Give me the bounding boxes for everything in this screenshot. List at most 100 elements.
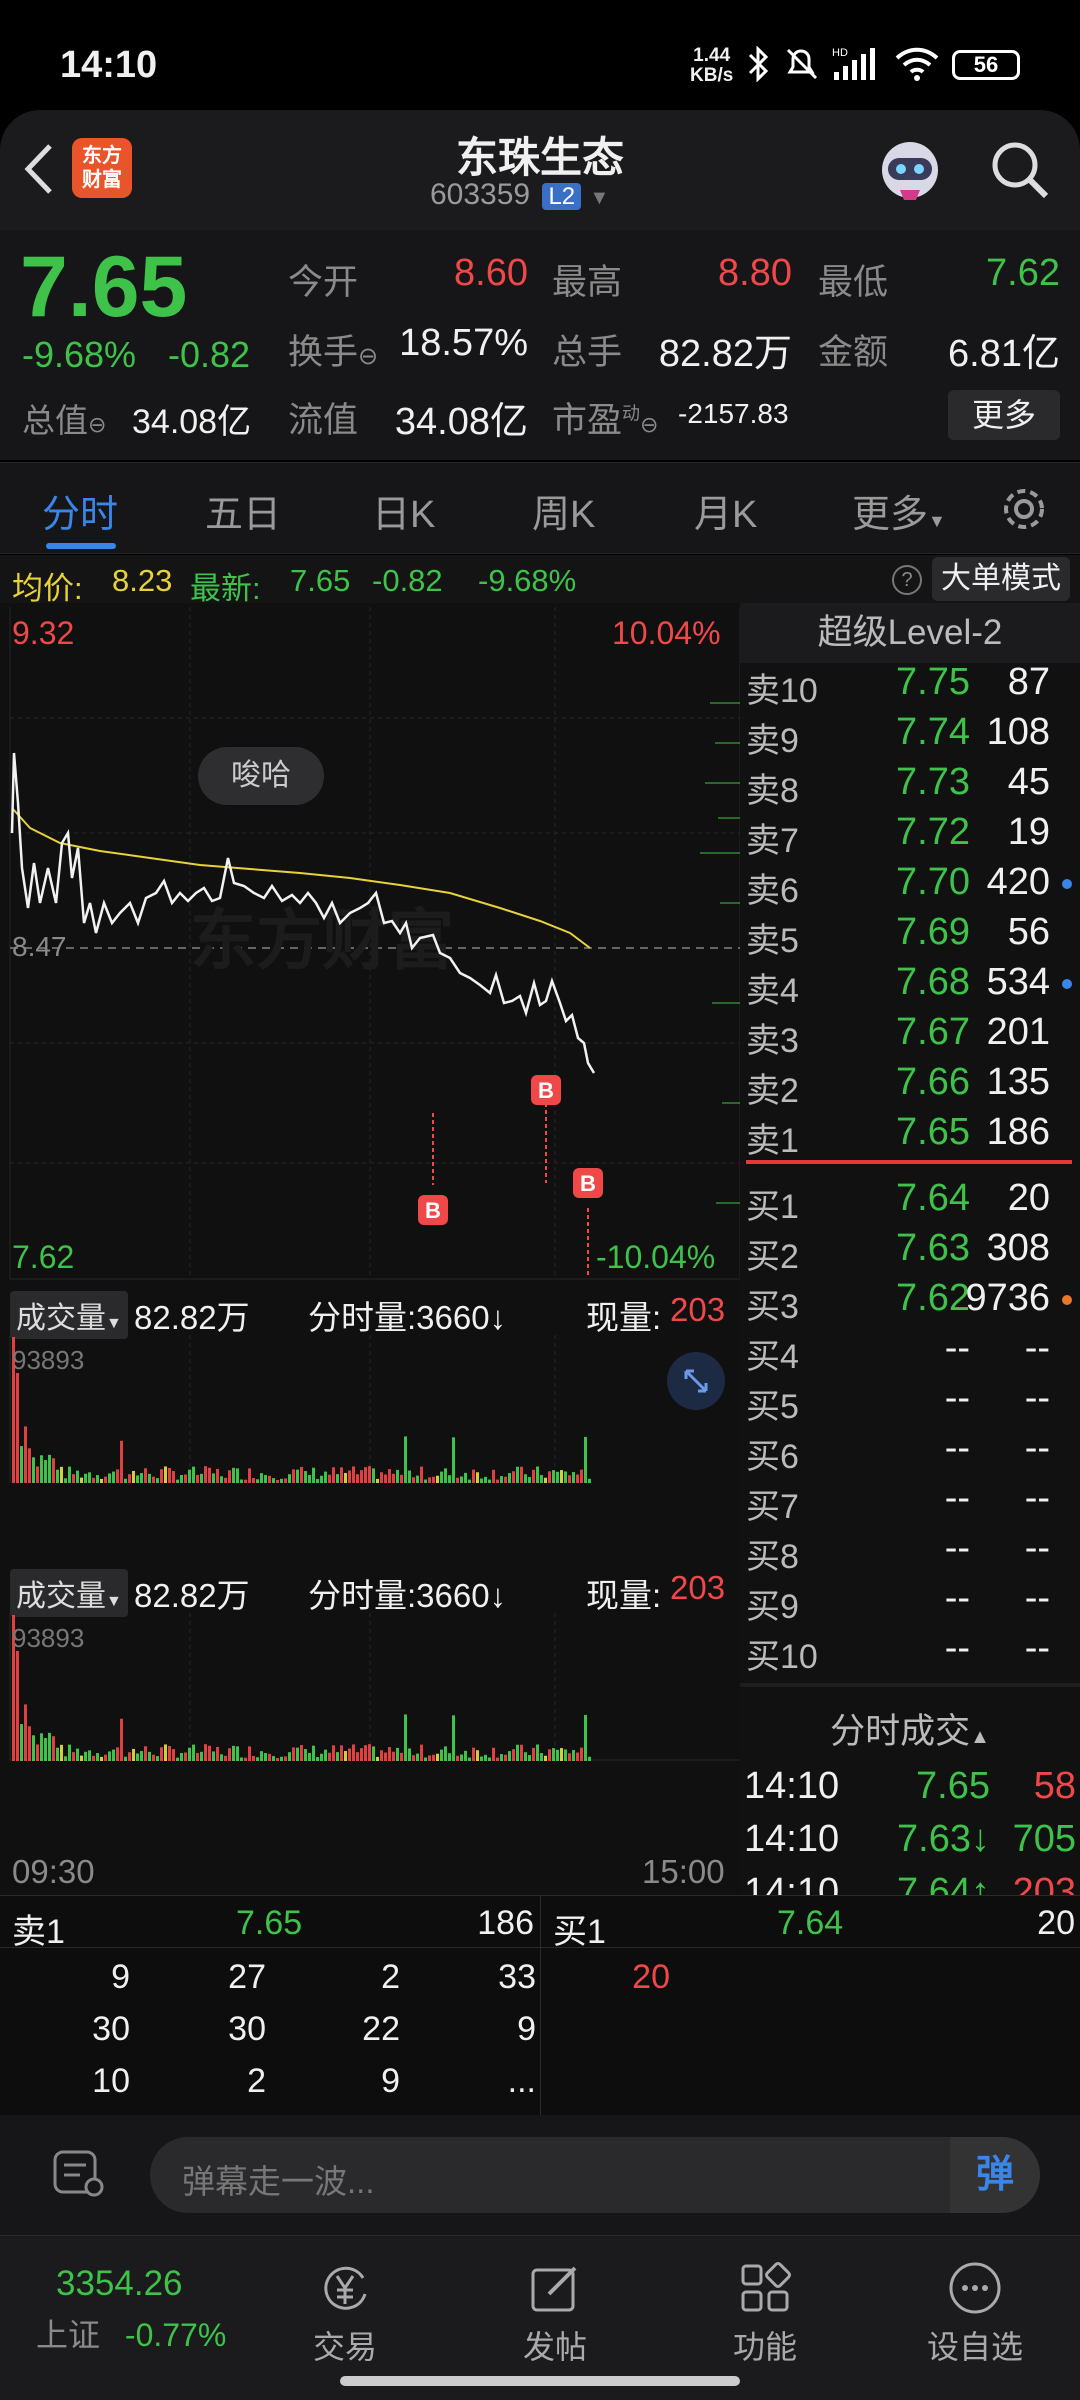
volume-bar xyxy=(428,1477,431,1483)
volume-bar xyxy=(440,1749,443,1761)
volume-bar xyxy=(196,1474,199,1483)
volume-bar xyxy=(556,1749,559,1761)
volume-indicator-selector[interactable]: 成交量▼ xyxy=(10,1291,128,1339)
volume-bar xyxy=(60,1466,63,1483)
volume-bar xyxy=(380,1750,383,1761)
volume-bar xyxy=(300,1744,303,1761)
back-arrow-icon[interactable] xyxy=(22,142,56,196)
volume-bar xyxy=(164,1466,167,1483)
volume-bar xyxy=(408,1470,411,1483)
large-order-dot xyxy=(1062,979,1072,989)
avg-label: 均价: xyxy=(12,571,83,606)
volume-bars xyxy=(12,1337,591,1483)
volume-chart[interactable] xyxy=(0,1335,740,1483)
more-button[interactable]: 更多 xyxy=(948,390,1060,440)
volume-bar xyxy=(252,1477,255,1483)
volume-max-label: 93893 xyxy=(12,1345,85,1375)
big-order-mode-button[interactable]: 大单模式 xyxy=(932,557,1070,601)
bid-row[interactable]: 买10 -- -- xyxy=(740,1625,1080,1676)
help-icon[interactable]: ? xyxy=(892,565,922,595)
volume-bar xyxy=(572,1472,575,1483)
stock-code-row[interactable]: 603359 L2 ▼ xyxy=(430,178,680,212)
sell-order-qty: 9 xyxy=(111,1958,130,1996)
tab-more[interactable]: 更多▼ xyxy=(852,483,946,538)
trade-yuan-icon xyxy=(324,2266,367,2310)
volume-bar xyxy=(256,1757,259,1761)
volume-bar xyxy=(208,1467,211,1483)
volume-bar xyxy=(240,1479,243,1483)
nav-functions[interactable]: 功能 xyxy=(690,2246,840,2368)
robot-assistant-icon[interactable] xyxy=(870,130,950,210)
open-label: 今开 xyxy=(288,263,359,302)
sell-queue-header: 卖1 7.65 186 xyxy=(0,1896,540,1951)
ask-row[interactable]: 卖8 7.73 45 xyxy=(740,759,1080,810)
bid-row[interactable]: 买5 -- -- xyxy=(740,1375,1080,1426)
bid-row[interactable]: 买8 -- -- xyxy=(740,1525,1080,1576)
settings-gear-icon[interactable] xyxy=(1000,485,1048,533)
volume-bar xyxy=(112,1749,115,1761)
app-logo[interactable]: 东方 财富 xyxy=(72,138,132,198)
ask-row[interactable]: 卖3 7.67 201 xyxy=(740,1009,1080,1060)
bid-row[interactable]: 买7 -- -- xyxy=(740,1475,1080,1526)
danmu-bubble[interactable]: 唆哈 xyxy=(198,747,324,805)
ask-row[interactable]: 卖10 7.75 87 xyxy=(740,659,1080,710)
bid-row[interactable]: 买3 7.62 9736 xyxy=(740,1275,1080,1326)
nav-post[interactable]: 发帖 xyxy=(480,2246,630,2368)
bid-qty: -- xyxy=(1024,1527,1050,1569)
volume-chart[interactable] xyxy=(0,1613,740,1761)
search-icon[interactable] xyxy=(988,138,1052,202)
ask-row[interactable]: 卖2 7.66 135 xyxy=(740,1059,1080,1110)
volume-bar xyxy=(336,1474,339,1483)
index-change: -0.77% xyxy=(124,2317,227,2353)
ask-row[interactable]: 卖4 7.68 534 xyxy=(740,959,1080,1010)
nav-add-watchlist[interactable]: 设自选 xyxy=(900,2246,1050,2368)
volume-bar xyxy=(140,1751,143,1761)
volume-bar xyxy=(312,1745,315,1761)
volume-bar xyxy=(304,1471,307,1483)
ask-row[interactable]: 卖1 7.65 186 xyxy=(740,1109,1080,1160)
tab-weekly-k[interactable]: 周K xyxy=(532,483,595,538)
volume-bar xyxy=(184,1474,187,1483)
ask-row[interactable]: 卖5 7.69 56 xyxy=(740,909,1080,960)
expand-icon[interactable] xyxy=(666,1351,726,1411)
ask-row[interactable]: 卖9 7.74 108 xyxy=(740,709,1080,760)
volume-bar xyxy=(264,1475,267,1483)
buy-queue-total: 20 xyxy=(1037,1904,1075,1942)
danmu-list-icon[interactable] xyxy=(52,2149,106,2199)
buy-marker-label: B xyxy=(538,1078,554,1103)
ask-qty: 45 xyxy=(1007,761,1050,803)
nav-trade[interactable]: 交易 xyxy=(270,2246,420,2368)
danmu-placeholder: 弹幕走一波... xyxy=(182,2163,375,2200)
level2-title[interactable]: 超级Level-2 xyxy=(740,603,1080,663)
volume-bar xyxy=(448,1753,451,1761)
ask-row[interactable]: 卖6 7.70 420 xyxy=(740,859,1080,910)
danmu-send-button[interactable]: 弹 xyxy=(950,2137,1040,2213)
tick-time: 14:10 xyxy=(744,1765,840,1807)
bid-row[interactable]: 买9 -- -- xyxy=(740,1575,1080,1626)
danmu-input[interactable]: 弹幕走一波... 弹 xyxy=(150,2137,1040,2213)
quote-panel: 7.65 -9.68% -0.82 今开 8.60 最高 8.80 最低 7.6… xyxy=(0,230,1080,460)
bid-row[interactable]: 买1 7.64 20 xyxy=(740,1175,1080,1226)
index-widget[interactable]: 3354.26 上证 -0.77% xyxy=(36,2264,236,2356)
volume-indicator-selector[interactable]: 成交量▼ xyxy=(10,1569,128,1617)
tab-monthly-k[interactable]: 月K xyxy=(694,483,757,538)
price-chart[interactable]: 东方财富 B B B xyxy=(0,603,740,1283)
ask-level-label: 卖10 xyxy=(746,672,818,710)
ask-row[interactable]: 卖7 7.72 19 xyxy=(740,809,1080,860)
volume-bar xyxy=(560,1470,563,1483)
bid-row[interactable]: 买2 7.63 308 xyxy=(740,1225,1080,1276)
volume-bar xyxy=(500,1476,503,1483)
tab-intraday[interactable]: 分时 xyxy=(42,483,118,538)
tab-five-day[interactable]: 五日 xyxy=(205,483,281,538)
tab-daily-k[interactable]: 日K xyxy=(372,483,435,538)
volume-bar xyxy=(112,1471,115,1483)
bid-row[interactable]: 买6 -- -- xyxy=(740,1425,1080,1476)
volume-label: 总手 xyxy=(552,333,623,372)
pe-label: 市盈动⊖ xyxy=(552,401,659,440)
volume-bar xyxy=(524,1474,527,1483)
ticks-title[interactable]: 分时成交▲ xyxy=(740,1703,1080,1754)
amount-label: 金额 xyxy=(818,333,889,372)
volume-bar xyxy=(484,1476,487,1483)
volume-bar xyxy=(204,1744,207,1761)
bid-row[interactable]: 买4 -- -- xyxy=(740,1325,1080,1376)
